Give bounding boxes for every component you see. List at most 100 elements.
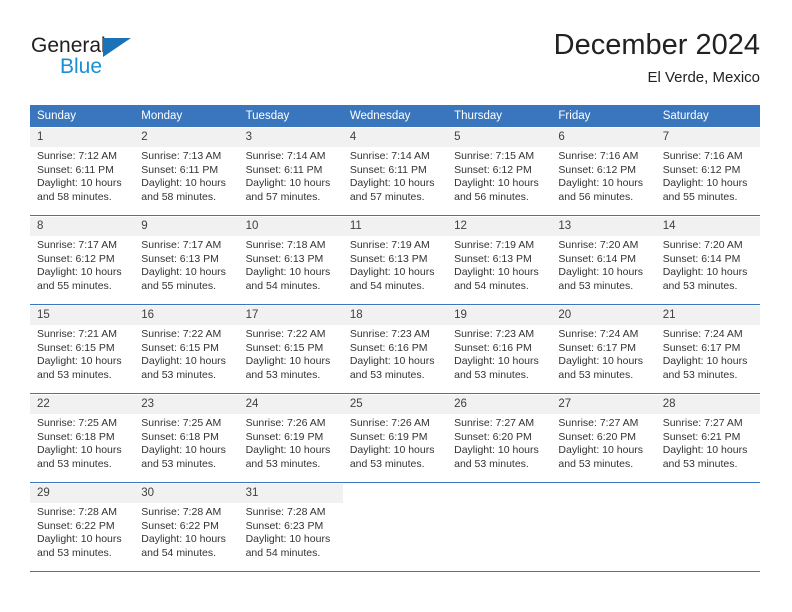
day-cell[interactable]: 2 Sunrise: 7:13 AM Sunset: 6:11 PM Dayli…: [134, 128, 239, 215]
day-cell[interactable]: 10 Sunrise: 7:18 AM Sunset: 6:13 PM Dayl…: [238, 217, 343, 304]
day-number: 2: [134, 128, 239, 147]
day-cell[interactable]: 25 Sunrise: 7:26 AM Sunset: 6:19 PM Dayl…: [342, 395, 448, 482]
daylight-text-line1: Daylight: 10 hours: [454, 355, 539, 368]
sunset-text: Sunset: 6:12 PM: [454, 163, 532, 176]
day-cell[interactable]: 14 Sunrise: 7:20 AM Sunset: 6:14 PM Dayl…: [655, 217, 760, 304]
daylight-text-line1: Daylight: 10 hours: [141, 266, 226, 279]
day-cell-empty: [342, 484, 448, 571]
sunset-text: Sunset: 6:18 PM: [141, 430, 219, 443]
day-cell[interactable]: 19 Sunrise: 7:23 AM Sunset: 6:16 PM Dayl…: [447, 306, 552, 393]
page-title: December 2024: [553, 29, 760, 61]
sunrise-text: Sunrise: 7:28 AM: [37, 506, 117, 518]
daylight-text-line1: Daylight: 10 hours: [454, 444, 539, 457]
day-cell[interactable]: 4 Sunrise: 7:14 AM Sunset: 6:11 PM Dayli…: [342, 128, 448, 215]
daylight-text-line1: Daylight: 10 hours: [37, 177, 122, 190]
daylight-text-line1: Daylight: 10 hours: [662, 266, 748, 279]
sunset-text: Sunset: 6:13 PM: [454, 252, 532, 265]
sunset-text: Sunset: 6:22 PM: [37, 519, 115, 532]
sunset-text: Sunset: 6:13 PM: [349, 252, 428, 265]
sunset-text: Sunset: 6:14 PM: [662, 252, 741, 265]
daylight-text-line1: Daylight: 10 hours: [37, 533, 122, 546]
sunrise-text: Sunrise: 7:16 AM: [558, 150, 639, 162]
day-info: Sunrise: 7:28 AM Sunset: 6:22 PM Dayligh…: [30, 503, 134, 560]
sunrise-text: Sunrise: 7:17 AM: [37, 239, 117, 251]
week-row: 1 Sunrise: 7:12 AM Sunset: 6:11 PM Dayli…: [30, 127, 760, 216]
daylight-text-line1: Daylight: 10 hours: [245, 266, 331, 279]
sunset-text: Sunset: 6:20 PM: [454, 430, 532, 443]
day-cell[interactable]: 22 Sunrise: 7:25 AM Sunset: 6:18 PM Dayl…: [30, 395, 135, 482]
day-info: Sunrise: 7:25 AM Sunset: 6:18 PM Dayligh…: [134, 414, 238, 471]
day-info: Sunrise: 7:17 AM Sunset: 6:12 PM Dayligh…: [30, 236, 134, 293]
day-info: Sunrise: 7:27 AM Sunset: 6:20 PM Dayligh…: [447, 414, 551, 471]
day-cell[interactable]: 15 Sunrise: 7:21 AM Sunset: 6:15 PM Dayl…: [30, 306, 135, 393]
day-cell[interactable]: 23 Sunrise: 7:25 AM Sunset: 6:18 PM Dayl…: [134, 395, 239, 482]
sunrise-text: Sunrise: 7:24 AM: [558, 328, 639, 340]
sunrise-text: Sunrise: 7:28 AM: [245, 506, 326, 518]
daylight-text-line1: Daylight: 10 hours: [245, 355, 331, 368]
day-info: Sunrise: 7:28 AM Sunset: 6:23 PM Dayligh…: [239, 503, 343, 560]
day-cell[interactable]: 29 Sunrise: 7:28 AM Sunset: 6:22 PM Dayl…: [30, 484, 135, 571]
daylight-text-line2: and 53 minutes.: [558, 368, 634, 381]
day-cell[interactable]: 5 Sunrise: 7:15 AM Sunset: 6:12 PM Dayli…: [447, 128, 552, 215]
day-number: 27: [551, 395, 656, 414]
daylight-text-line1: Daylight: 10 hours: [558, 444, 644, 457]
sunset-text: Sunset: 6:14 PM: [558, 252, 637, 265]
day-cell[interactable]: 17 Sunrise: 7:22 AM Sunset: 6:15 PM Dayl…: [238, 306, 343, 393]
day-cell[interactable]: 8 Sunrise: 7:17 AM Sunset: 6:12 PM Dayli…: [30, 217, 135, 304]
general-blue-logo[interactable]: General Blue: [30, 34, 200, 90]
sunrise-text: Sunrise: 7:19 AM: [454, 239, 535, 251]
day-number: 7: [655, 128, 760, 147]
daylight-text-line1: Daylight: 10 hours: [454, 177, 539, 190]
day-cell[interactable]: 20 Sunrise: 7:24 AM Sunset: 6:17 PM Dayl…: [551, 306, 656, 393]
sunrise-text: Sunrise: 7:24 AM: [662, 328, 743, 340]
daylight-text-line2: and 55 minutes.: [662, 190, 738, 203]
day-cell[interactable]: 12 Sunrise: 7:19 AM Sunset: 6:13 PM Dayl…: [447, 217, 552, 304]
daylight-text-line1: Daylight: 10 hours: [558, 177, 644, 190]
day-info: Sunrise: 7:22 AM Sunset: 6:15 PM Dayligh…: [239, 325, 343, 382]
sunrise-text: Sunrise: 7:12 AM: [37, 150, 117, 162]
daylight-text-line2: and 53 minutes.: [245, 368, 321, 381]
day-cell[interactable]: 24 Sunrise: 7:26 AM Sunset: 6:19 PM Dayl…: [238, 395, 343, 482]
day-number: 16: [134, 306, 239, 325]
day-cell[interactable]: 16 Sunrise: 7:22 AM Sunset: 6:15 PM Dayl…: [134, 306, 239, 393]
daylight-text-line1: Daylight: 10 hours: [349, 355, 435, 368]
sunrise-text: Sunrise: 7:20 AM: [662, 239, 743, 251]
day-number: 13: [551, 217, 656, 236]
sunrise-text: Sunrise: 7:23 AM: [349, 328, 430, 340]
day-cell[interactable]: 13 Sunrise: 7:20 AM Sunset: 6:14 PM Dayl…: [551, 217, 656, 304]
day-number: 29: [30, 484, 135, 503]
day-info: Sunrise: 7:19 AM Sunset: 6:13 PM Dayligh…: [343, 236, 447, 293]
day-cell[interactable]: 28 Sunrise: 7:27 AM Sunset: 6:21 PM Dayl…: [655, 395, 760, 482]
daylight-text-line1: Daylight: 10 hours: [141, 355, 226, 368]
daylight-text-line1: Daylight: 10 hours: [141, 444, 226, 457]
day-cell[interactable]: 6 Sunrise: 7:16 AM Sunset: 6:12 PM Dayli…: [551, 128, 656, 215]
day-cell[interactable]: 31 Sunrise: 7:28 AM Sunset: 6:23 PM Dayl…: [238, 484, 343, 571]
daylight-text-line2: and 53 minutes.: [245, 457, 321, 470]
day-cell[interactable]: 7 Sunrise: 7:16 AM Sunset: 6:12 PM Dayli…: [655, 128, 760, 215]
day-info: Sunrise: 7:26 AM Sunset: 6:19 PM Dayligh…: [239, 414, 343, 471]
calendar-page: General Blue December 2024 El Verde, Mex…: [0, 0, 792, 612]
day-cell-empty: [655, 484, 760, 571]
day-cell[interactable]: 27 Sunrise: 7:27 AM Sunset: 6:20 PM Dayl…: [551, 395, 656, 482]
day-number: [447, 484, 552, 503]
sunset-text: Sunset: 6:11 PM: [37, 163, 114, 176]
day-cell[interactable]: 21 Sunrise: 7:24 AM Sunset: 6:17 PM Dayl…: [655, 306, 760, 393]
location-subtitle: El Verde, Mexico: [647, 69, 760, 86]
day-cell[interactable]: 26 Sunrise: 7:27 AM Sunset: 6:20 PM Dayl…: [447, 395, 552, 482]
day-info: Sunrise: 7:27 AM Sunset: 6:20 PM Dayligh…: [551, 414, 655, 471]
week-row: 22 Sunrise: 7:25 AM Sunset: 6:18 PM Dayl…: [30, 394, 760, 483]
sunrise-text: Sunrise: 7:25 AM: [37, 417, 117, 429]
sunset-text: Sunset: 6:15 PM: [245, 341, 324, 354]
day-info: Sunrise: 7:14 AM Sunset: 6:11 PM Dayligh…: [343, 147, 447, 204]
daylight-text-line2: and 53 minutes.: [349, 457, 425, 470]
day-cell[interactable]: 30 Sunrise: 7:28 AM Sunset: 6:22 PM Dayl…: [134, 484, 239, 571]
weekday-header-sunday: Sunday: [37, 110, 77, 122]
day-cell[interactable]: 3 Sunrise: 7:14 AM Sunset: 6:11 PM Dayli…: [238, 128, 343, 215]
day-cell[interactable]: 9 Sunrise: 7:17 AM Sunset: 6:13 PM Dayli…: [134, 217, 239, 304]
sunrise-text: Sunrise: 7:26 AM: [349, 417, 430, 429]
day-cell[interactable]: 18 Sunrise: 7:23 AM Sunset: 6:16 PM Dayl…: [342, 306, 448, 393]
day-cell[interactable]: 11 Sunrise: 7:19 AM Sunset: 6:13 PM Dayl…: [342, 217, 448, 304]
day-number: 12: [447, 217, 552, 236]
daylight-text-line2: and 56 minutes.: [454, 190, 529, 203]
day-cell[interactable]: 1 Sunrise: 7:12 AM Sunset: 6:11 PM Dayli…: [30, 128, 135, 215]
